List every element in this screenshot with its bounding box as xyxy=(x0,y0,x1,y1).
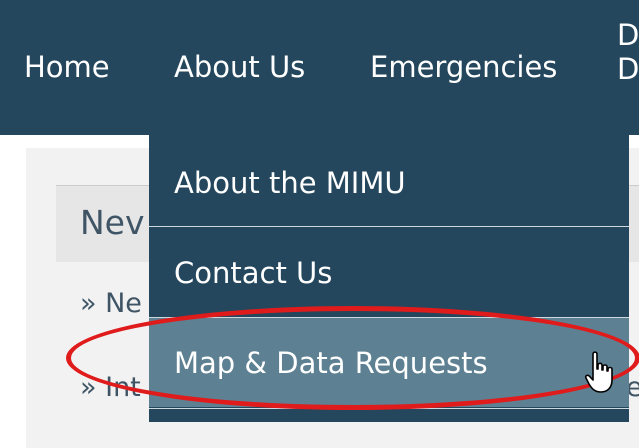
news-panel-title: Nev xyxy=(80,203,145,242)
news-item-link[interactable]: » Ne xyxy=(80,288,142,319)
nav-item-home[interactable]: Home xyxy=(24,46,110,88)
hand-pointer-icon xyxy=(584,351,613,393)
menu-item-contact-us[interactable]: Contact Us xyxy=(149,226,629,316)
menu-item-about-the-mimu[interactable]: About the MIMU xyxy=(149,135,629,225)
menu-item-partial[interactable] xyxy=(149,408,629,422)
main-navbar: Home About Us Emergencies D D xyxy=(0,0,639,135)
nav-item-emergencies[interactable]: Emergencies xyxy=(370,46,557,88)
nav-item-truncated-line1: D xyxy=(617,18,639,52)
red-highlight-ellipse xyxy=(66,306,639,410)
nav-item-truncated[interactable]: D D xyxy=(617,18,639,86)
nav-item-about-us[interactable]: About Us xyxy=(174,46,305,88)
nav-item-truncated-line2: D xyxy=(617,52,639,86)
